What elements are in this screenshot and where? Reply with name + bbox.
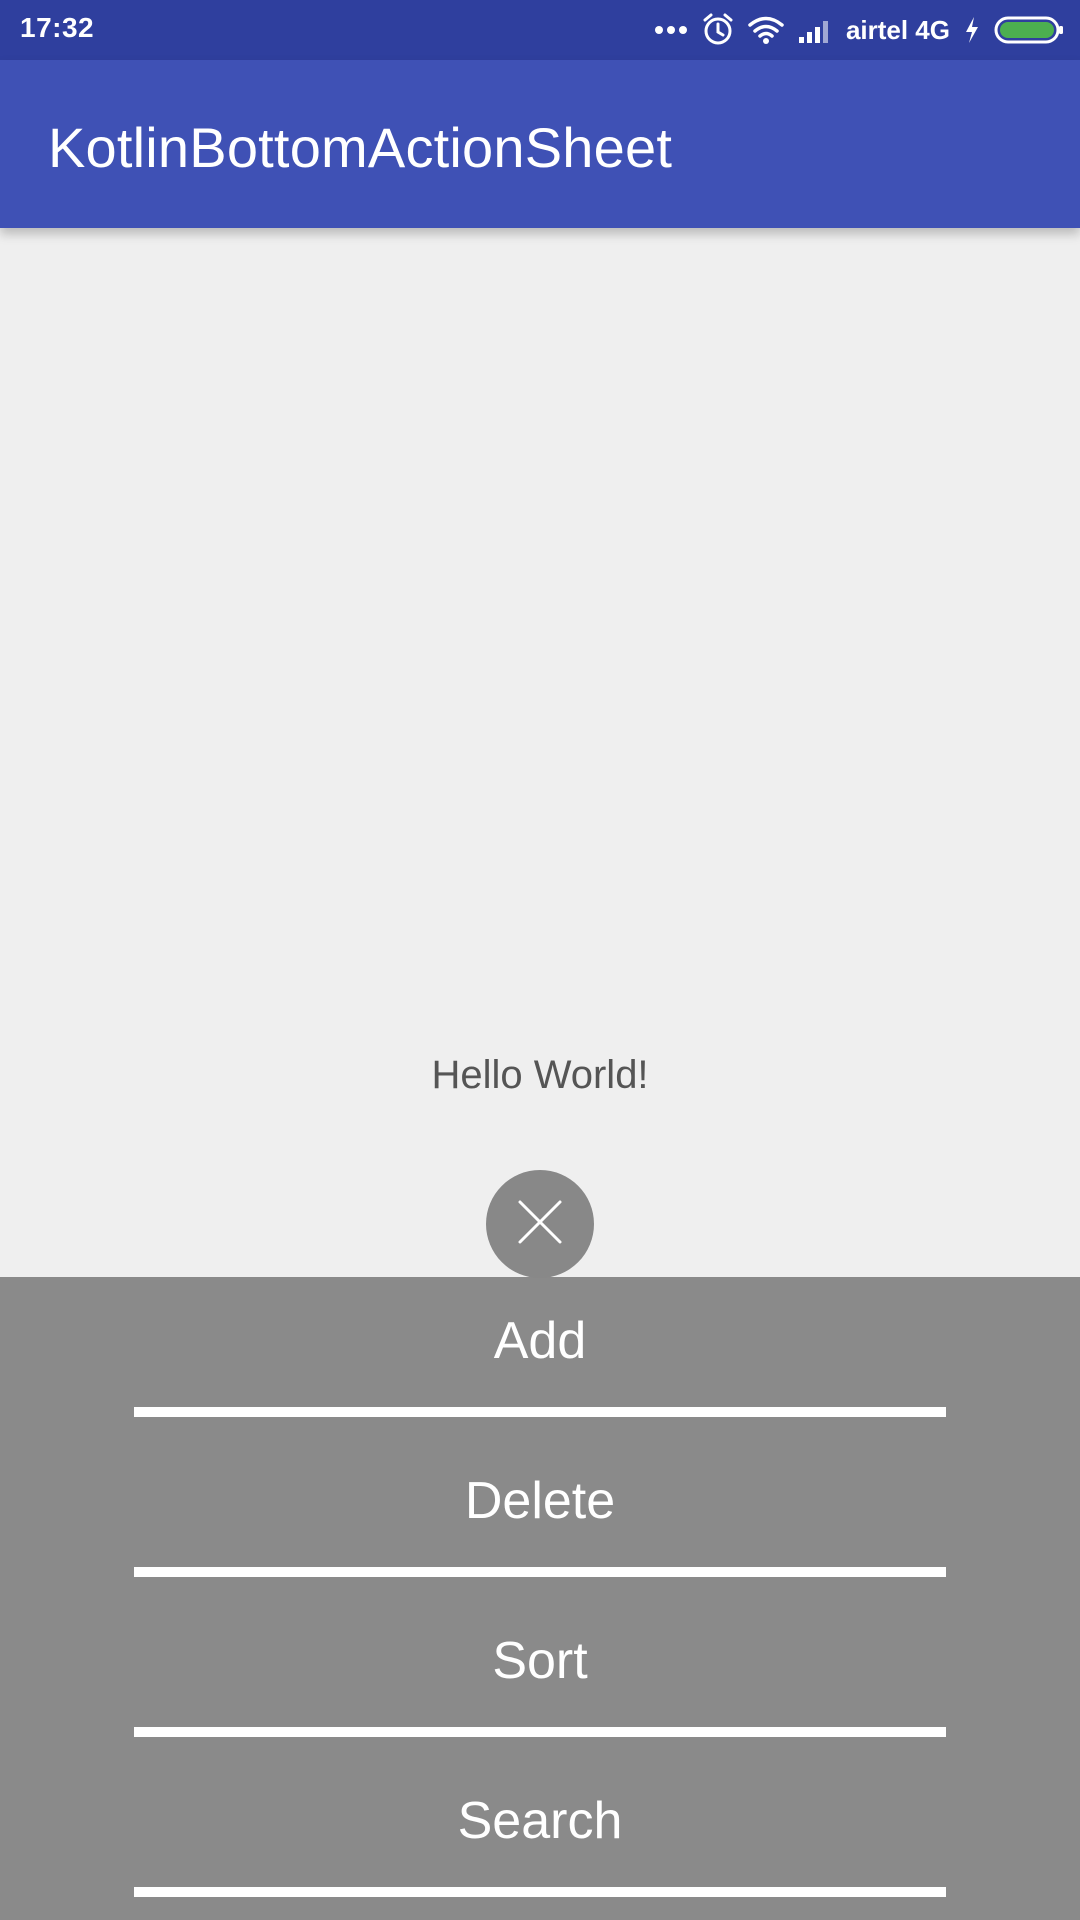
close-icon [517, 1199, 563, 1250]
divider [134, 1727, 946, 1737]
charging-icon [964, 16, 980, 44]
action-item-sort[interactable]: Sort [0, 1597, 1080, 1757]
hello-text: Hello World! [431, 1053, 649, 1097]
action-item-label: Add [493, 1312, 587, 1370]
bottom-action-sheet: Add Delete Sort Search [0, 1277, 1080, 1920]
status-time: 17:32 [20, 12, 95, 43]
more-dots-icon [654, 24, 688, 36]
status-bar: 17:32 airtel 4G [0, 0, 1080, 60]
wifi-icon [748, 16, 784, 44]
main-content: Hello World! [0, 228, 1080, 1276]
app-title: KotlinBottomActionSheet [48, 116, 673, 179]
carrier-label: airtel 4G [845, 14, 950, 45]
action-item-add[interactable]: Add [0, 1277, 1080, 1437]
signal-icon [798, 17, 832, 43]
action-item-label: Search [457, 1792, 623, 1850]
action-item-search[interactable]: Search [0, 1757, 1080, 1917]
battery-icon [994, 15, 1064, 45]
divider [134, 1887, 946, 1897]
action-item-label: Sort [492, 1632, 588, 1690]
divider [134, 1567, 946, 1577]
divider [134, 1407, 946, 1417]
action-item-delete[interactable]: Delete [0, 1437, 1080, 1597]
alarm-icon [702, 13, 734, 47]
status-icons: airtel 4G [654, 0, 1064, 60]
close-button[interactable] [486, 1170, 594, 1278]
app-bar: KotlinBottomActionSheet [0, 60, 1080, 228]
action-item-label: Delete [464, 1472, 616, 1530]
